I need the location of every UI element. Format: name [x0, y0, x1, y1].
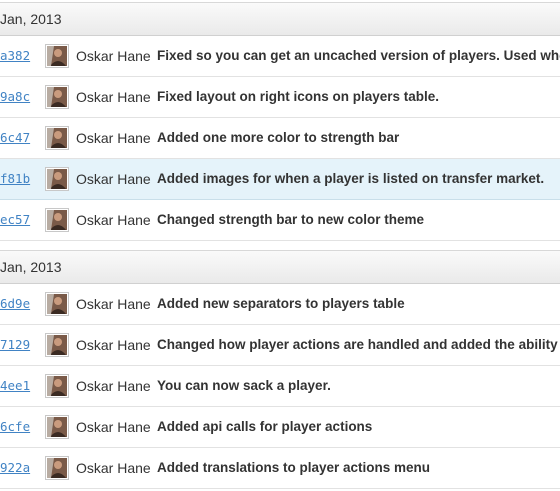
commit-message[interactable]: Changed strength bar to new color theme — [157, 212, 424, 227]
commit-author[interactable]: Oskar Hane — [76, 171, 151, 187]
commit-message[interactable]: Added translations to player actions men… — [157, 460, 430, 475]
commit-message[interactable]: Changed how player actions are handled a… — [157, 337, 560, 352]
commit-sha-link[interactable]: 6d9e — [0, 296, 30, 311]
commit-row[interactable]: a382 Oskar Hane Fixed so you can get an … — [0, 36, 560, 77]
commit-message[interactable]: Added new separators to players table — [157, 296, 405, 311]
commit-row[interactable]: 6cfe Oskar Hane Added api calls for play… — [0, 407, 560, 448]
commit-author[interactable]: Oskar Hane — [76, 89, 151, 105]
commit-sha-link[interactable]: 922a — [0, 460, 30, 475]
commit-author[interactable]: Oskar Hane — [76, 130, 151, 146]
commit-message[interactable]: Added api calls for player actions — [157, 419, 372, 434]
user-avatar-icon[interactable] — [45, 208, 69, 232]
commit-row-highlighted[interactable]: f81b Oskar Hane Added images for when a … — [0, 159, 560, 200]
commit-message[interactable]: Fixed so you can get an uncached version… — [157, 48, 560, 63]
commit-row[interactable]: 6d9e Oskar Hane Added new separators to … — [0, 284, 560, 325]
user-avatar-icon[interactable] — [45, 374, 69, 398]
user-avatar-icon[interactable] — [45, 292, 69, 316]
commit-sha-link[interactable]: 6c47 — [0, 130, 30, 145]
commit-sha-link[interactable]: ec57 — [0, 212, 30, 227]
commit-group: Jan, 2013 6d9e Oskar Hane Added new sepa… — [0, 250, 560, 489]
commit-author[interactable]: Oskar Hane — [76, 378, 151, 394]
commit-author[interactable]: Oskar Hane — [76, 337, 151, 353]
commit-author[interactable]: Oskar Hane — [76, 460, 151, 476]
user-avatar-icon[interactable] — [45, 167, 69, 191]
commit-message[interactable]: Added images for when a player is listed… — [157, 171, 544, 186]
commit-author[interactable]: Oskar Hane — [76, 419, 151, 435]
commit-row[interactable]: 7129 Oskar Hane Changed how player actio… — [0, 325, 560, 366]
commit-message[interactable]: Fixed layout on right icons on players t… — [157, 89, 439, 104]
user-avatar-icon[interactable] — [45, 415, 69, 439]
user-avatar-icon[interactable] — [45, 44, 69, 68]
commit-sha-link[interactable]: f81b — [0, 171, 30, 186]
user-avatar-icon[interactable] — [45, 85, 69, 109]
commit-sha-link[interactable]: 9a8c — [0, 89, 30, 104]
commit-sha-link[interactable]: 6cfe — [0, 419, 30, 434]
commit-author[interactable]: Oskar Hane — [76, 212, 151, 228]
commit-group: Jan, 2013 a382 Oskar Hane Fixed so you c… — [0, 2, 560, 241]
commit-message[interactable]: You can now sack a player. — [157, 378, 331, 393]
date-header: Jan, 2013 — [0, 2, 560, 36]
commit-row[interactable]: 6c47 Oskar Hane Added one more color to … — [0, 118, 560, 159]
user-avatar-icon[interactable] — [45, 126, 69, 150]
commit-row[interactable]: ec57 Oskar Hane Changed strength bar to … — [0, 200, 560, 241]
commit-message[interactable]: Added one more color to strength bar — [157, 130, 399, 145]
commit-sha-link[interactable]: a382 — [0, 48, 30, 63]
date-header: Jan, 2013 — [0, 250, 560, 284]
commit-author[interactable]: Oskar Hane — [76, 296, 151, 312]
commit-author[interactable]: Oskar Hane — [76, 48, 151, 64]
user-avatar-icon[interactable] — [45, 456, 69, 480]
user-avatar-icon[interactable] — [45, 333, 69, 357]
commit-row[interactable]: 9a8c Oskar Hane Fixed layout on right ic… — [0, 77, 560, 118]
commit-sha-link[interactable]: 4ee1 — [0, 378, 30, 393]
commit-row[interactable]: 4ee1 Oskar Hane You can now sack a playe… — [0, 366, 560, 407]
commit-sha-link[interactable]: 7129 — [0, 337, 30, 352]
commit-row[interactable]: 922a Oskar Hane Added translations to pl… — [0, 448, 560, 489]
